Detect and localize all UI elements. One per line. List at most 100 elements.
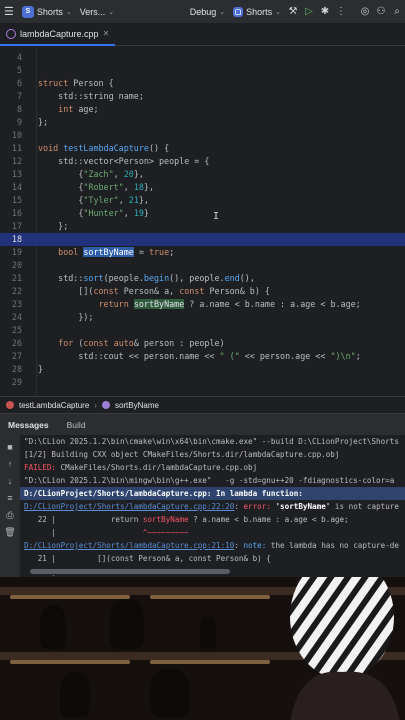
code-text[interactable]: {"Zach", 20}, bbox=[38, 168, 144, 181]
code-text[interactable]: {"Robert", 18}, bbox=[38, 181, 154, 194]
console-line[interactable]: D:/CLionProject/Shorts/lambdaCapture.cpp… bbox=[20, 487, 405, 500]
line-number[interactable]: 12 bbox=[0, 155, 22, 168]
code-text[interactable]: std::cout << person.name << " (" << pers… bbox=[38, 350, 360, 363]
console-line[interactable]: "D:\CLion 2025.1.2\bin\cmake\win\x64\bin… bbox=[24, 435, 405, 448]
console-line[interactable]: 21 | [](const Person& a, const Person& b… bbox=[24, 552, 405, 565]
code-text[interactable]: return sortByName ? a.name < b.name : a.… bbox=[38, 298, 361, 311]
code-line[interactable]: 26 for (const auto& person : people) bbox=[0, 337, 405, 350]
stop-icon[interactable]: ■ bbox=[4, 441, 16, 453]
vcs-selector[interactable]: Vers... ⌄ bbox=[76, 7, 118, 17]
code-text[interactable]: std::sort(people.begin(), people.end(), bbox=[38, 272, 255, 285]
project-selector[interactable]: S Shorts ⌄ bbox=[18, 5, 76, 18]
line-number[interactable]: 10 bbox=[0, 129, 22, 142]
code-line[interactable]: 20 bbox=[0, 259, 405, 272]
code-text[interactable]: }; bbox=[38, 220, 68, 233]
console-line[interactable]: [1/2] Building CXX object CMakeFiles/Sho… bbox=[24, 448, 405, 461]
code-text[interactable]: {"Hunter", 19} bbox=[38, 207, 149, 220]
build-hammer-icon[interactable]: ⚒ bbox=[285, 4, 301, 20]
code-line[interactable]: 11 void testLambdaCapture() { bbox=[0, 142, 405, 155]
code-line[interactable]: 24 }); bbox=[0, 311, 405, 324]
line-number[interactable]: 28 bbox=[0, 363, 22, 376]
more-options-icon[interactable]: ⋮ bbox=[333, 4, 349, 20]
line-number[interactable]: 7 bbox=[0, 90, 22, 103]
search-icon[interactable]: ⌕ bbox=[389, 4, 405, 20]
code-line[interactable]: 29 bbox=[0, 376, 405, 389]
line-number[interactable]: 16 bbox=[0, 207, 22, 220]
line-number[interactable]: 19 bbox=[0, 246, 22, 259]
print-icon[interactable]: ⎙ bbox=[4, 509, 16, 521]
code-line[interactable]: 5 bbox=[0, 64, 405, 77]
line-number[interactable]: 15 bbox=[0, 194, 22, 207]
code-line[interactable]: 18 bbox=[0, 233, 405, 246]
console-line[interactable]: D:/CLionProject/Shorts/lambdaCapture.cpp… bbox=[24, 500, 405, 513]
line-number[interactable]: 17 bbox=[0, 220, 22, 233]
build-config-selector[interactable]: Debug ⌄ bbox=[186, 7, 229, 17]
line-number[interactable]: 26 bbox=[0, 337, 22, 350]
code-text[interactable]: std::string name; bbox=[38, 90, 144, 103]
code-text[interactable]: }; bbox=[38, 116, 48, 129]
console-line[interactable]: | ^~~~~~~~~~ bbox=[24, 526, 405, 539]
line-number[interactable]: 22 bbox=[0, 285, 22, 298]
main-menu-button[interactable]: ☰ bbox=[0, 5, 18, 18]
code-line[interactable]: 10 bbox=[0, 129, 405, 142]
debug-bug-icon[interactable]: ✱ bbox=[317, 4, 333, 20]
run-config-selector[interactable]: ▢ Shorts ⌄ bbox=[229, 6, 285, 17]
code-line[interactable]: 21 std::sort(people.begin(), people.end(… bbox=[0, 272, 405, 285]
line-number[interactable]: 6 bbox=[0, 77, 22, 90]
code-line[interactable]: 27 std::cout << person.name << " (" << p… bbox=[0, 350, 405, 363]
code-text[interactable]: void testLambdaCapture() { bbox=[38, 142, 169, 155]
code-line[interactable]: 23 return sortByName ? a.name < b.name :… bbox=[0, 298, 405, 311]
line-number[interactable]: 21 bbox=[0, 272, 22, 285]
line-number[interactable]: 14 bbox=[0, 181, 22, 194]
code-text[interactable]: } bbox=[38, 363, 43, 376]
code-line[interactable]: 16 {"Hunter", 19} bbox=[0, 207, 405, 220]
line-number[interactable]: 23 bbox=[0, 298, 22, 311]
run-icon[interactable]: ▷ bbox=[301, 4, 317, 20]
arrow-up-icon[interactable]: ↑ bbox=[4, 458, 16, 470]
code-line[interactable]: 13 {"Zach", 20}, bbox=[0, 168, 405, 181]
code-text[interactable]: for (const auto& person : people) bbox=[38, 337, 224, 350]
code-line[interactable]: 15 {"Tyler", 21}, bbox=[0, 194, 405, 207]
line-number[interactable]: 29 bbox=[0, 376, 22, 389]
code-text[interactable]: bool sortByName = true; bbox=[38, 246, 174, 259]
code-line[interactable]: 25 bbox=[0, 324, 405, 337]
tab-lambdacapture-cpp[interactable]: lambdaCapture.cpp ✕ bbox=[0, 24, 116, 46]
line-number[interactable]: 27 bbox=[0, 350, 22, 363]
trash-icon[interactable]: 🗑 bbox=[4, 526, 16, 538]
code-text[interactable]: {"Tyler", 21}, bbox=[38, 194, 149, 207]
console-horizontal-scrollbar[interactable] bbox=[20, 568, 405, 575]
code-editor[interactable]: I 4 5 6 struct Person {7 std::string name; 8… bbox=[0, 47, 405, 396]
code-line[interactable]: 12 std::vector<Person> people = { bbox=[0, 155, 405, 168]
code-line[interactable]: 14 {"Robert", 18}, bbox=[0, 181, 405, 194]
code-line[interactable]: 28} bbox=[0, 363, 405, 376]
soft-wrap-icon[interactable]: ≡ bbox=[4, 492, 16, 504]
code-line[interactable]: 6 struct Person { bbox=[0, 77, 405, 90]
tab-build[interactable]: Build bbox=[57, 420, 96, 430]
line-number[interactable]: 25 bbox=[0, 324, 22, 337]
code-line[interactable]: 9}; bbox=[0, 116, 405, 129]
code-line[interactable]: 22 [](const Person& a, const Person& b) … bbox=[0, 285, 405, 298]
line-number[interactable]: 5 bbox=[0, 64, 22, 77]
arrow-down-icon[interactable]: ↓ bbox=[4, 475, 16, 487]
breadcrumb-variable[interactable]: sortByName bbox=[115, 401, 159, 410]
console-line[interactable]: FAILED: CMakeFiles/Shorts.dir/lambdaCapt… bbox=[24, 461, 405, 474]
line-number[interactable]: 13 bbox=[0, 168, 22, 181]
code-text[interactable]: [](const Person& a, const Person& b) { bbox=[38, 285, 270, 298]
line-number[interactable]: 8 bbox=[0, 103, 22, 116]
line-number[interactable]: 20 bbox=[0, 259, 22, 272]
code-text[interactable]: }); bbox=[38, 311, 93, 324]
line-number[interactable]: 4 bbox=[0, 51, 22, 64]
line-number[interactable]: 11 bbox=[0, 142, 22, 155]
console-line[interactable]: D:/CLionProject/Shorts/lambdaCapture.cpp… bbox=[24, 539, 405, 552]
line-number[interactable]: 9 bbox=[0, 116, 22, 129]
build-output-console[interactable]: "D:\CLion 2025.1.2\bin\cmake\win\x64\bin… bbox=[20, 435, 405, 577]
add-user-icon[interactable]: ⚇ bbox=[373, 4, 389, 20]
code-line[interactable]: 7 std::string name; bbox=[0, 90, 405, 103]
code-line[interactable]: 17 }; bbox=[0, 220, 405, 233]
close-icon[interactable]: ✕ bbox=[103, 29, 110, 38]
code-text[interactable]: std::vector<Person> people = { bbox=[38, 155, 209, 168]
console-line[interactable]: "D:\CLion 2025.1.2\bin\mingw\bin\g++.exe… bbox=[24, 474, 405, 487]
code-line[interactable]: 19 bool sortByName = true; bbox=[0, 246, 405, 259]
line-number[interactable]: 18 bbox=[0, 233, 22, 246]
line-number[interactable]: 24 bbox=[0, 311, 22, 324]
